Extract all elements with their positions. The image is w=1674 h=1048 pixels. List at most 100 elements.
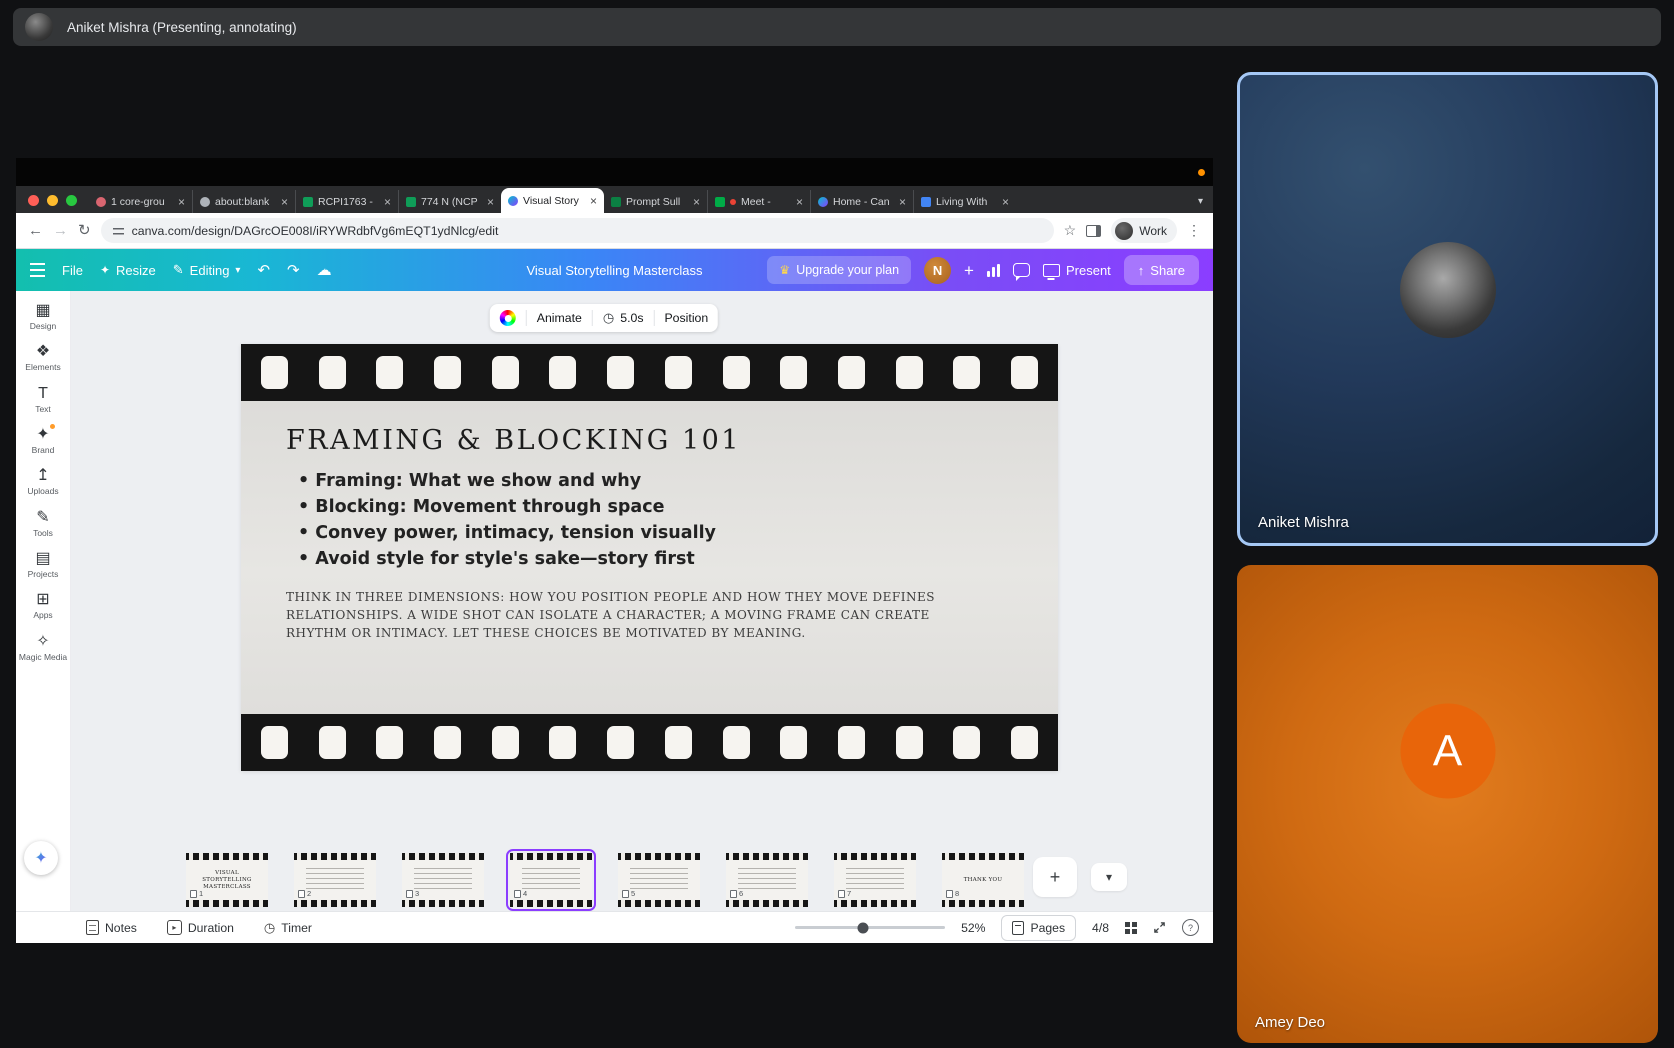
- page-badge-icon: [622, 889, 629, 898]
- participant-tile-aniket[interactable]: Aniket Mishra: [1237, 72, 1658, 546]
- tab-close-icon[interactable]: ×: [487, 196, 494, 208]
- participant-letter-avatar: A: [1400, 703, 1495, 799]
- upgrade-plan-button[interactable]: Upgrade your plan: [767, 256, 912, 284]
- profile-label: Work: [1139, 223, 1167, 238]
- zoom-slider[interactable]: [795, 922, 946, 933]
- pages-icon: [1012, 920, 1025, 935]
- sidebar-item-tools[interactable]: ✎ Tools: [16, 509, 70, 538]
- hamburger-menu-icon[interactable]: [30, 263, 45, 277]
- browser-tab[interactable]: Visual Story ×: [501, 188, 604, 213]
- comments-icon[interactable]: [1012, 263, 1030, 281]
- close-window-button[interactable]: [28, 195, 39, 206]
- browser-tab[interactable]: 1 core-grou ×: [89, 190, 192, 213]
- tab-search-chevron-icon[interactable]: [1198, 196, 1203, 213]
- sidebar-item-elements[interactable]: ❖ Elements: [16, 344, 70, 372]
- browser-tab[interactable]: 774 N (NCP ×: [398, 190, 501, 213]
- file-menu[interactable]: File: [62, 263, 83, 278]
- grid-view-icon[interactable]: [1125, 921, 1137, 934]
- slide-bullet[interactable]: Framing: What we show and why: [298, 468, 1058, 494]
- sidebar-item-magic-media[interactable]: ✧ Magic Media: [16, 633, 70, 662]
- reload-icon[interactable]: [78, 223, 91, 238]
- design-title[interactable]: Visual Storytelling Masterclass: [526, 263, 702, 278]
- zoom-slider-knob[interactable]: [857, 922, 869, 933]
- duration-button[interactable]: 5.0s: [603, 310, 643, 326]
- slide-canvas[interactable]: FRAMING & BLOCKING 101 Framing: What we …: [241, 344, 1058, 771]
- browser-tab[interactable]: Living With ×: [913, 190, 1016, 213]
- tab-close-icon[interactable]: ×: [1002, 196, 1009, 208]
- timer-button[interactable]: Timer: [264, 920, 312, 936]
- insights-chart-icon[interactable]: [986, 263, 1000, 277]
- resize-button[interactable]: Resize: [100, 263, 156, 278]
- sidebar-item-design[interactable]: ▦ Design: [16, 303, 70, 331]
- animate-button[interactable]: Animate: [537, 311, 582, 325]
- canva-assistant-button[interactable]: ✦: [24, 841, 58, 875]
- browser-tab[interactable]: about:blank ×: [192, 190, 295, 213]
- bookmark-star-icon[interactable]: [1064, 222, 1077, 239]
- account-avatar[interactable]: N: [924, 256, 952, 284]
- page-thumbnail-4[interactable]: 4: [506, 849, 596, 911]
- film-sprocket-hole: [837, 356, 865, 389]
- page-thumbnail-5[interactable]: 5: [618, 853, 700, 907]
- cloud-saved-icon[interactable]: [317, 263, 332, 278]
- page-thumbnail-3[interactable]: 3: [402, 853, 484, 907]
- slide-title[interactable]: FRAMING & BLOCKING 101: [286, 425, 1058, 456]
- participant-tile-amey[interactable]: A Amey Deo: [1237, 565, 1658, 1043]
- fullscreen-icon[interactable]: [1153, 921, 1166, 934]
- browser-menu-icon[interactable]: [1187, 222, 1201, 239]
- forward-icon[interactable]: [53, 223, 68, 238]
- tab-close-icon[interactable]: ×: [384, 196, 391, 208]
- side-panel-icon[interactable]: [1086, 224, 1102, 237]
- sidebar-item-brand[interactable]: ✦ Brand: [16, 424, 70, 456]
- share-button[interactable]: Share: [1123, 255, 1199, 285]
- projects-icon: ▤: [35, 550, 51, 568]
- address-bar[interactable]: canva.com/design/DAGrcOE008I/iRYWRdbfVg6…: [100, 218, 1054, 243]
- sidebar-item-text[interactable]: T Text: [16, 385, 70, 414]
- page-thumbnail-8[interactable]: THANK YOU 8: [942, 853, 1024, 907]
- editing-mode-dropdown[interactable]: Editing: [173, 262, 241, 278]
- present-button[interactable]: Present: [1042, 263, 1111, 278]
- back-icon[interactable]: [28, 223, 43, 238]
- redo-icon[interactable]: [287, 261, 300, 279]
- page-thumbnail-1[interactable]: VISUAL STORYTELLING MASTERCLASS 1: [186, 853, 268, 907]
- tab-close-icon[interactable]: ×: [590, 195, 597, 207]
- sidebar-item-projects[interactable]: ▤ Projects: [16, 551, 70, 579]
- slide-bullet[interactable]: Blocking: Movement through space: [298, 494, 1058, 520]
- maximize-window-button[interactable]: [66, 195, 77, 206]
- slide-caption[interactable]: THINK IN THREE DIMENSIONS: HOW YOU POSIT…: [286, 588, 976, 642]
- undo-icon[interactable]: [257, 261, 270, 279]
- zoom-level[interactable]: 52%: [961, 921, 985, 935]
- sidebar-item-label: Brand: [31, 445, 55, 456]
- tab-close-icon[interactable]: ×: [693, 196, 700, 208]
- duration-toggle[interactable]: Duration: [166, 920, 234, 935]
- page-thumbnail-7[interactable]: 7: [834, 853, 916, 907]
- page-number: 6: [739, 889, 744, 898]
- color-wheel-icon[interactable]: [499, 310, 516, 326]
- collapse-thumbnails-button[interactable]: [1091, 863, 1127, 891]
- page-thumbnail-2[interactable]: 2: [294, 853, 376, 907]
- slide-bullet[interactable]: Convey power, intimacy, tension visually: [298, 520, 1058, 546]
- slide-bullet-list[interactable]: Framing: What we show and whyBlocking: M…: [286, 468, 1058, 572]
- help-icon[interactable]: [1182, 919, 1199, 936]
- tab-close-icon[interactable]: ×: [899, 196, 906, 208]
- minimize-window-button[interactable]: [47, 195, 58, 206]
- add-page-button[interactable]: [1033, 857, 1077, 897]
- browser-profile-chip[interactable]: Work: [1111, 218, 1177, 243]
- pages-view-button[interactable]: Pages: [1001, 914, 1077, 941]
- tab-close-icon[interactable]: ×: [178, 196, 185, 208]
- sidebar-item-apps[interactable]: ⊞ Apps: [16, 592, 70, 620]
- tab-close-icon[interactable]: ×: [796, 196, 803, 208]
- browser-tab[interactable]: RCPI1763 - ×: [295, 190, 398, 213]
- page-thumbnail-6[interactable]: 6: [726, 853, 808, 907]
- position-button[interactable]: Position: [664, 311, 708, 325]
- notes-button[interactable]: Notes: [86, 920, 137, 935]
- site-settings-icon[interactable]: [112, 225, 124, 236]
- browser-tab[interactable]: Prompt Sull ×: [604, 190, 707, 213]
- tab-title: Visual Story: [523, 194, 579, 207]
- browser-tab[interactable]: Home - Can ×: [810, 190, 913, 213]
- film-sprocket-hole: [434, 356, 462, 389]
- browser-tab[interactable]: Meet - ×: [707, 190, 810, 213]
- add-member-icon[interactable]: [964, 262, 974, 279]
- sidebar-item-uploads[interactable]: ↥ Uploads: [16, 468, 70, 496]
- tab-close-icon[interactable]: ×: [281, 196, 288, 208]
- slide-bullet[interactable]: Avoid style for style's sake—story first: [298, 546, 1058, 572]
